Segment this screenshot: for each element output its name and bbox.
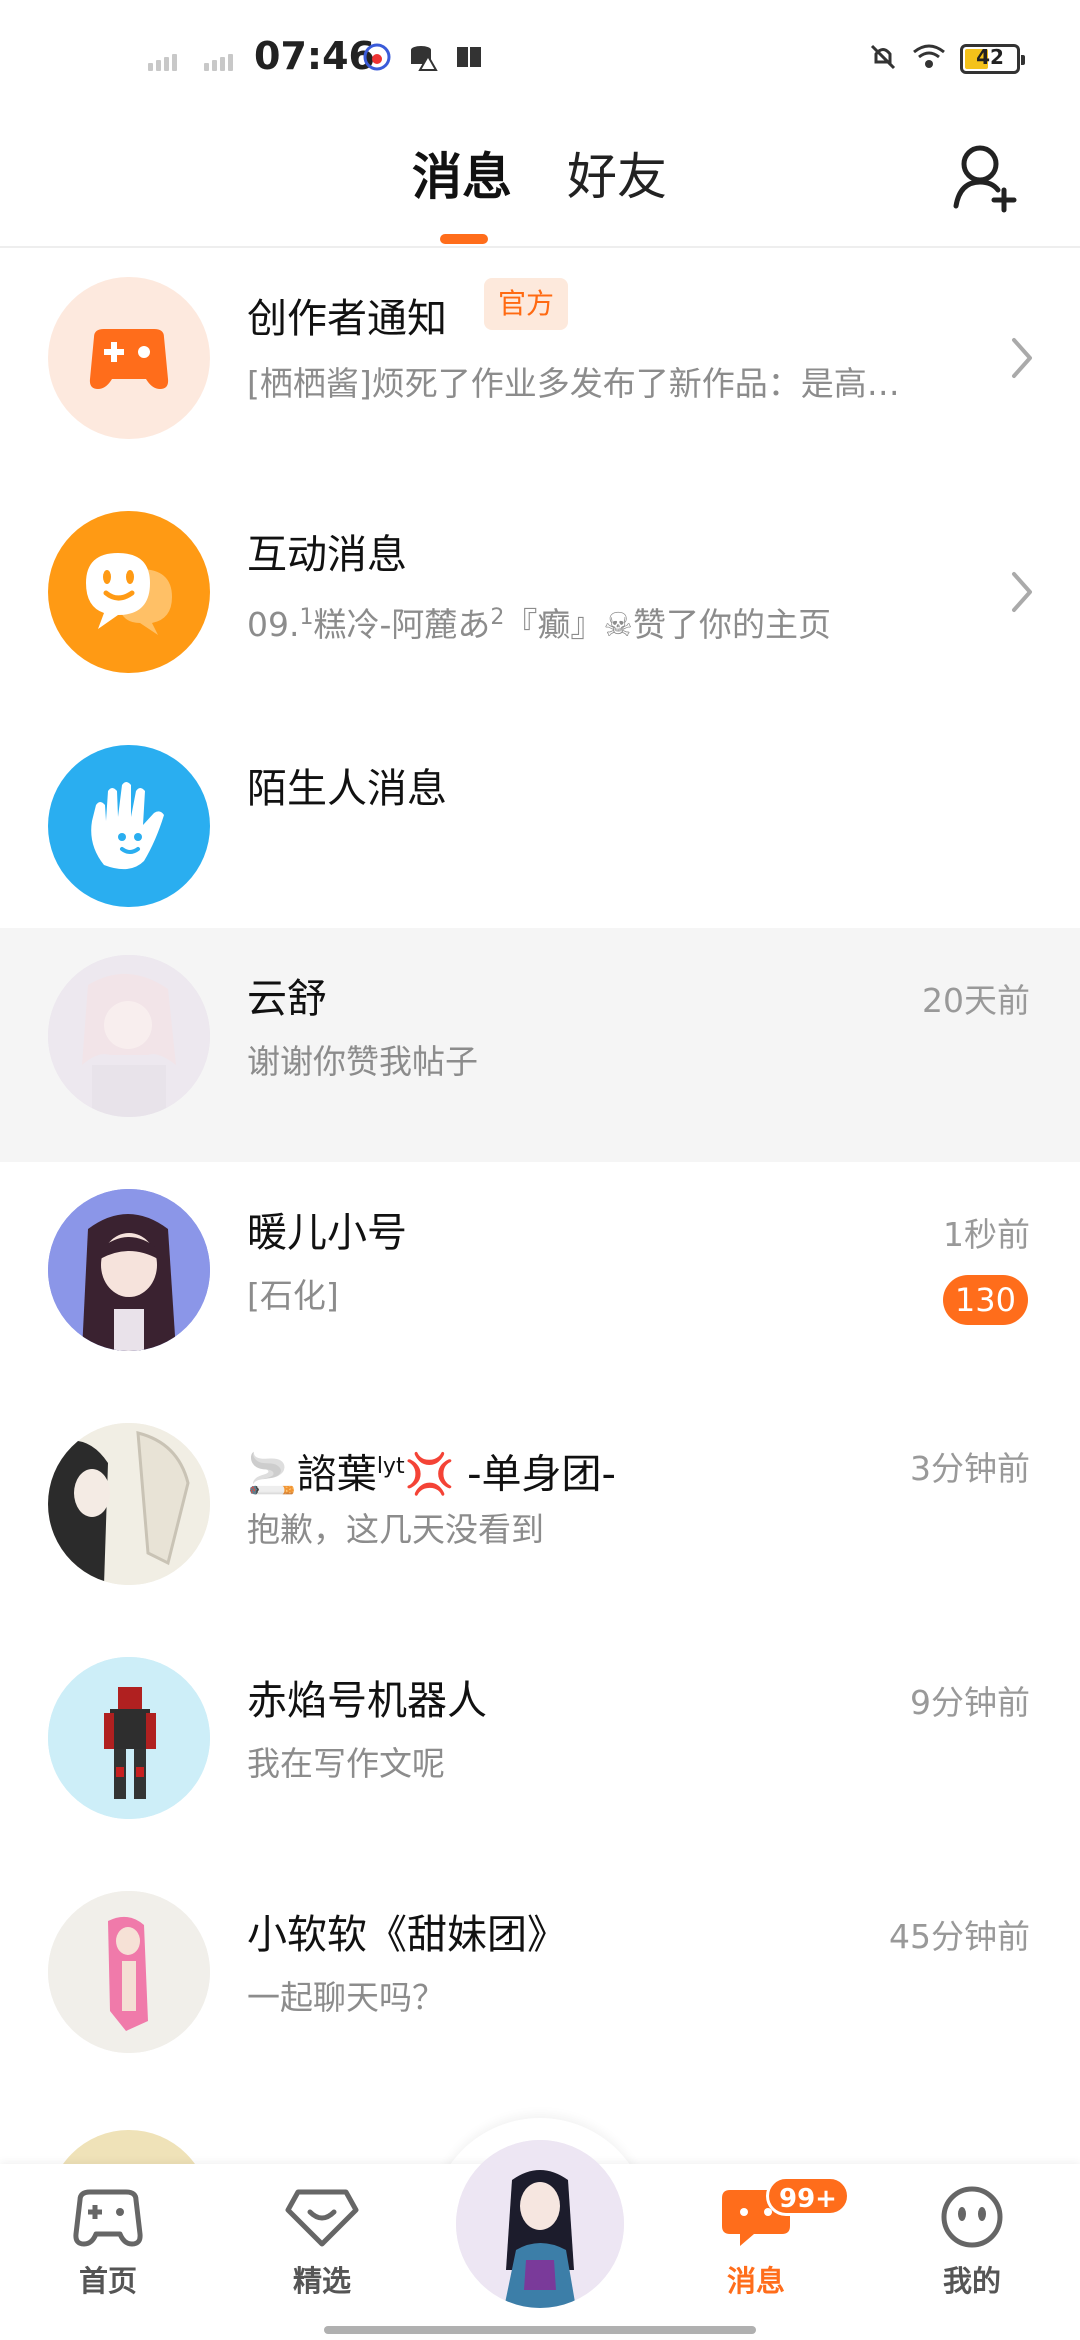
last-message: 谢谢你赞我帖子 bbox=[247, 1042, 478, 1081]
contact-name: 🚬諮葉lyt💢 -单身团- bbox=[247, 1451, 616, 1498]
row-title: 互动消息 bbox=[247, 532, 407, 578]
gamepad-icon bbox=[73, 2189, 143, 2247]
tab-active-indicator bbox=[440, 234, 488, 244]
nav-messages[interactable]: 消息 99+ bbox=[686, 2176, 850, 2300]
chevron-right-icon bbox=[1012, 338, 1032, 378]
interaction-avatar bbox=[48, 511, 210, 673]
row-subtitle: [栖栖酱]烦死了作业多发布了新作品：是高… bbox=[247, 364, 900, 403]
contact-name: 暖儿小号 bbox=[247, 1210, 407, 1256]
list-item-strangers[interactable]: 陌生人消息 bbox=[0, 718, 1080, 952]
add-user-icon[interactable] bbox=[950, 138, 1022, 218]
battery-icon: 42 bbox=[960, 44, 1025, 74]
last-message: 我在写作文呢 bbox=[247, 1744, 445, 1783]
battery-level: 42 bbox=[976, 45, 1004, 69]
home-indicator bbox=[324, 2326, 756, 2334]
signal-icon bbox=[204, 54, 233, 71]
last-message: 抱歉，这几天没看到 bbox=[247, 1510, 544, 1549]
messages-screen: 07:46 42 消息 好友 创作者通知 [栖栖酱]烦死了作业多发布了新作品：是… bbox=[0, 0, 1080, 2340]
signal-icon bbox=[148, 54, 177, 71]
row-title: 创作者通知 bbox=[247, 296, 447, 342]
status-time: 07:46 bbox=[254, 34, 375, 78]
nav-unread-badge: 99+ bbox=[766, 2176, 850, 2216]
baidu-icon bbox=[362, 42, 392, 72]
nav-home[interactable]: 首页 bbox=[38, 2184, 178, 2300]
status-bar: 07:46 42 bbox=[0, 0, 1080, 120]
row-subtitle: 09.1糕冷-阿麓あ2『癫』☠赞了你的主页 bbox=[247, 605, 831, 644]
nav-featured[interactable]: 精选 bbox=[252, 2184, 392, 2300]
list-item-interaction[interactable]: 互动消息 09.1糕冷-阿麓あ2『癫』☠赞了你的主页 bbox=[0, 484, 1080, 718]
heart-diamond-icon bbox=[285, 2189, 359, 2247]
wifi-icon bbox=[912, 42, 945, 72]
conversation-item[interactable]: 暖儿小号 [石化] 1秒前 130 bbox=[0, 1162, 1080, 1396]
book-icon bbox=[454, 42, 484, 72]
stranger-avatar bbox=[48, 745, 210, 907]
message-time: 9分钟前 bbox=[910, 1683, 1030, 1722]
chevron-right-icon bbox=[1012, 572, 1032, 612]
last-message: [石化] bbox=[247, 1276, 339, 1315]
avatar bbox=[48, 1189, 210, 1351]
message-time: 3分钟前 bbox=[910, 1449, 1030, 1488]
contact-name: 赤焰号机器人 bbox=[247, 1678, 487, 1724]
nav-label: 消息 bbox=[726, 2264, 785, 2298]
conversation-item[interactable]: 🚬諮葉lyt💢 -单身团- 抱歉，这几天没看到 3分钟前 bbox=[0, 1396, 1080, 1630]
message-time: 45分钟前 bbox=[889, 1917, 1030, 1956]
nav-profile[interactable]: 我的 bbox=[902, 2184, 1042, 2300]
nav-label: 我的 bbox=[942, 2264, 1001, 2298]
avatar bbox=[48, 1657, 210, 1819]
center-avatar-button[interactable] bbox=[456, 2140, 624, 2308]
row-title: 陌生人消息 bbox=[247, 766, 447, 812]
header: 消息 好友 bbox=[0, 120, 1080, 248]
mute-icon bbox=[868, 42, 898, 72]
unread-badge: 130 bbox=[942, 1275, 1028, 1325]
official-tag: 官方 bbox=[484, 278, 569, 330]
avatar bbox=[48, 1891, 210, 2053]
conversation-item[interactable]: 赤焰号机器人 我在写作文呢 9分钟前 bbox=[0, 1630, 1080, 1864]
conversation-item[interactable]: 云舒 谢谢你赞我帖子 20天前 bbox=[0, 928, 1080, 1162]
contact-name: 小软软《甜妹团》 bbox=[247, 1912, 567, 1958]
tab-messages[interactable]: 消息 bbox=[412, 142, 512, 212]
creator-notice-avatar bbox=[48, 277, 210, 439]
last-message: 一起聊天吗？ bbox=[247, 1978, 445, 2017]
contact-name: 云舒 bbox=[247, 976, 327, 1022]
message-time: 1秒前 bbox=[943, 1215, 1030, 1254]
tab-friends[interactable]: 好友 bbox=[567, 142, 667, 212]
nav-label: 精选 bbox=[292, 2264, 351, 2298]
conversation-item[interactable]: 小软软《甜妹团》 一起聊天吗？ 45分钟前 bbox=[0, 1864, 1080, 2098]
avatar bbox=[48, 2130, 210, 2168]
nav-label: 首页 bbox=[78, 2264, 137, 2298]
data-alert-icon bbox=[408, 42, 438, 72]
face-icon bbox=[941, 2186, 1003, 2248]
avatar bbox=[48, 1423, 210, 1585]
message-time: 20天前 bbox=[922, 981, 1030, 1020]
avatar bbox=[48, 955, 210, 1117]
